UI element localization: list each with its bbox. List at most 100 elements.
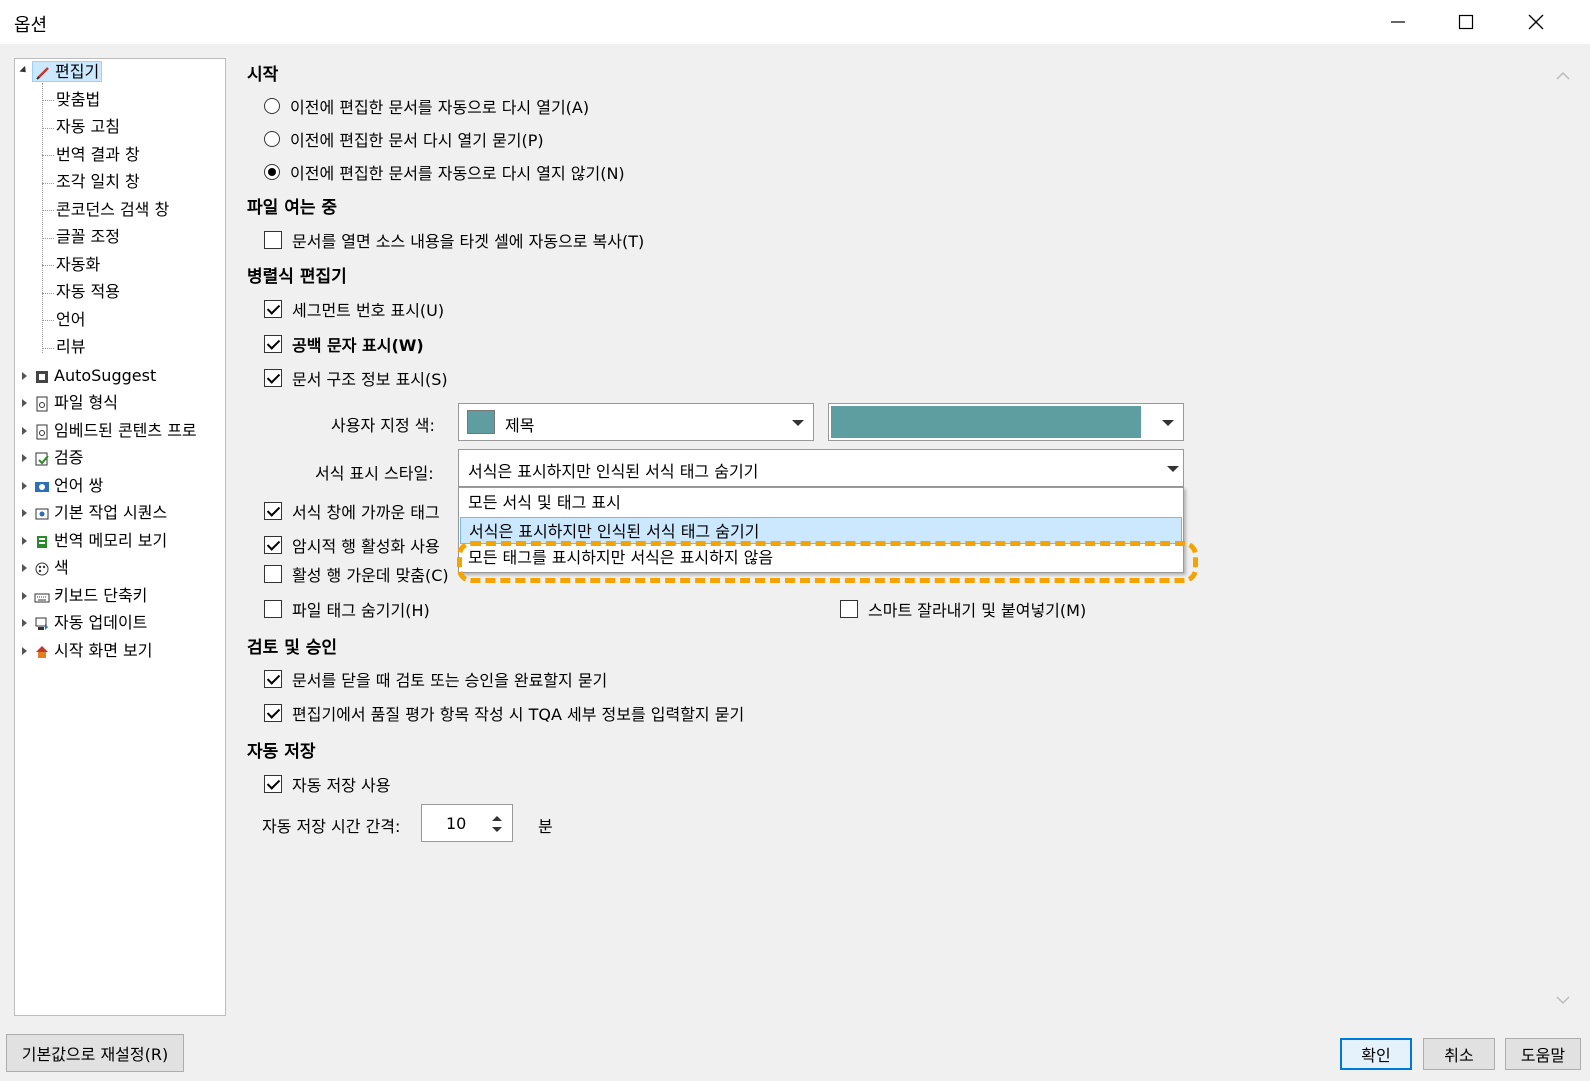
- close-button[interactable]: [1502, 0, 1570, 44]
- radio-auto-reopen[interactable]: 이전에 편집한 문서를 자동으로 다시 열기(A): [264, 94, 589, 118]
- tree-item-review[interactable]: 리뷰: [56, 335, 85, 359]
- expand-arrow-icon[interactable]: [22, 537, 27, 545]
- color-preview: [831, 406, 1141, 438]
- checkbox-segment-numbers[interactable]: 세그먼트 번호 표시(U): [264, 297, 444, 321]
- tree-item-verification[interactable]: 검증: [34, 446, 83, 470]
- expand-arrow-icon[interactable]: [22, 482, 27, 490]
- checkbox[interactable]: [264, 600, 282, 618]
- color-picker[interactable]: [828, 403, 1184, 441]
- tree-item-file-types[interactable]: 파일 형식: [34, 391, 118, 415]
- spinner-arrows-icon[interactable]: [490, 813, 504, 835]
- options-tree[interactable]: 편집기 맞춤법 자동 고침 번역 결과 창 조각 일치 창 콘코던스 검색 창 …: [14, 58, 226, 1016]
- radio-ask-reopen[interactable]: 이전에 편집한 문서 다시 열기 묻기(P): [264, 127, 544, 151]
- expand-arrow-icon[interactable]: [22, 619, 27, 627]
- section-file-open-header: 파일 여는 중: [247, 198, 338, 218]
- help-button[interactable]: 도움말: [1505, 1038, 1581, 1070]
- translation-memory-icon: [37, 535, 47, 548]
- tree-expanded-icon[interactable]: [19, 65, 29, 76]
- custom-color-combo[interactable]: 제목: [458, 403, 814, 441]
- tree-item-language[interactable]: 언어: [56, 308, 85, 332]
- checkbox-center-row[interactable]: 활성 행 가운데 맞춤(C): [264, 562, 449, 586]
- chevron-down-icon[interactable]: [1162, 420, 1174, 426]
- checkbox[interactable]: [840, 600, 858, 618]
- checkbox-checked[interactable]: [264, 335, 282, 353]
- scroll-up-icon[interactable]: [1556, 66, 1570, 85]
- expand-arrow-icon[interactable]: [22, 564, 27, 572]
- radio-button-selected[interactable]: [264, 164, 280, 180]
- checkbox[interactable]: [264, 565, 282, 583]
- tree-item-autosuggest[interactable]: AutoSuggest: [34, 364, 156, 388]
- autosave-interval-value[interactable]: 10: [446, 814, 466, 833]
- checkbox-whitespace[interactable]: 공백 문자 표시(W): [264, 332, 424, 356]
- tree-item-autocorrect[interactable]: 자동 고침: [56, 115, 120, 139]
- expand-arrow-icon[interactable]: [22, 647, 27, 655]
- checkbox-smart-cut-paste[interactable]: 스마트 잘라내기 및 붙여넣기(M): [840, 597, 1086, 621]
- checkbox-near-tags[interactable]: 서식 창에 가까운 태그: [264, 499, 440, 523]
- autosave-interval-spinner[interactable]: 10: [421, 804, 513, 842]
- checkbox-checked[interactable]: [264, 775, 282, 793]
- dropdown-option[interactable]: 모든 서식 및 태그 표시: [461, 490, 1179, 516]
- checkbox-checked[interactable]: [264, 670, 282, 688]
- checkbox-checked[interactable]: [264, 536, 282, 554]
- reset-defaults-button[interactable]: 기본값으로 재설정(R): [6, 1034, 184, 1072]
- tree-item-start-screen[interactable]: 시작 화면 보기: [34, 639, 153, 663]
- tree-item-colors[interactable]: 색: [34, 556, 69, 580]
- tree-item-concordance[interactable]: 콘코던스 검색 창: [56, 198, 169, 222]
- update-icon: [35, 617, 48, 630]
- tree-item-auto-propagation[interactable]: 자동 적용: [56, 280, 120, 304]
- checkbox[interactable]: [264, 231, 282, 249]
- palette-icon: [35, 562, 49, 575]
- minimize-button[interactable]: [1364, 0, 1432, 44]
- tree-item-translation-results[interactable]: 번역 결과 창: [56, 143, 140, 167]
- pencil-icon: [36, 66, 49, 80]
- format-style-value: 서식은 표시하지만 인식된 서식 태그 숨기기: [468, 462, 759, 481]
- format-style-label: 서식 표시 스타일:: [315, 464, 434, 483]
- chevron-down-icon[interactable]: [1167, 466, 1179, 472]
- tree-item-automation[interactable]: 자동화: [56, 253, 100, 277]
- cancel-button[interactable]: 취소: [1423, 1038, 1495, 1070]
- section-side-by-side-header: 병렬식 편집기: [247, 267, 347, 287]
- checkbox-ask-tqa[interactable]: 편집기에서 품질 평가 항목 작성 시 TQA 세부 정보를 입력할지 묻기: [264, 701, 744, 725]
- autosave-unit: 분: [538, 817, 553, 836]
- checkbox-structure-info[interactable]: 문서 구조 정보 표시(S): [264, 366, 448, 390]
- dropdown-option-selected[interactable]: 서식은 표시하지만 인식된 서식 태그 숨기기: [460, 517, 1182, 544]
- checkbox-checked[interactable]: [264, 502, 282, 520]
- radio-no-reopen[interactable]: 이전에 편집한 문서를 자동으로 다시 열지 않기(N): [264, 160, 625, 184]
- keyboard-icon: [34, 593, 50, 602]
- tree-item-keyboard-shortcuts[interactable]: 키보드 단축키: [34, 584, 147, 608]
- checkbox-autosave[interactable]: 자동 저장 사용: [264, 772, 391, 796]
- expand-arrow-icon[interactable]: [22, 427, 27, 435]
- radio-button[interactable]: [264, 131, 280, 147]
- checkbox-implicit-row[interactable]: 암시적 행 활성화 사용: [264, 533, 440, 557]
- checkbox-checked[interactable]: [264, 369, 282, 387]
- maximize-button[interactable]: [1432, 0, 1500, 44]
- format-style-combo[interactable]: 서식은 표시하지만 인식된 서식 태그 숨기기: [458, 449, 1184, 487]
- tree-item-fragment-matches[interactable]: 조각 일치 창: [56, 170, 140, 194]
- expand-arrow-icon[interactable]: [22, 372, 27, 380]
- tree-item-language-pairs[interactable]: 언어 쌍: [34, 474, 103, 498]
- home-icon: [36, 645, 48, 658]
- expand-arrow-icon[interactable]: [22, 509, 27, 517]
- scroll-down-icon[interactable]: [1556, 990, 1570, 1009]
- tree-item-spelling[interactable]: 맞춤법: [56, 88, 100, 112]
- expand-arrow-icon[interactable]: [22, 592, 27, 600]
- checkbox-checked[interactable]: [264, 300, 282, 318]
- expand-arrow-icon[interactable]: [22, 454, 27, 462]
- custom-color-label: 사용자 지정 색:: [331, 416, 435, 435]
- custom-color-value: 제목: [505, 416, 535, 435]
- highlight-annotation: [457, 541, 1198, 583]
- tree-item-font-adaptation[interactable]: 글꼴 조정: [56, 225, 120, 249]
- checkbox-copy-source[interactable]: 문서를 열면 소스 내용을 타겟 셀에 자동으로 복사(T): [264, 228, 644, 252]
- checkbox-ask-on-close[interactable]: 문서를 닫을 때 검토 또는 승인을 완료할지 묻기: [264, 667, 607, 691]
- radio-button[interactable]: [264, 98, 280, 114]
- tree-item-embedded-content[interactable]: 임베드된 콘텐츠 프로: [34, 419, 197, 443]
- ok-button[interactable]: 확인: [1340, 1038, 1412, 1070]
- tree-item-translation-memory-view[interactable]: 번역 메모리 보기: [34, 529, 167, 553]
- tree-item-auto-update[interactable]: 자동 업데이트: [34, 611, 147, 635]
- tree-item-editor[interactable]: 편집기: [32, 60, 103, 84]
- chevron-down-icon[interactable]: [792, 420, 804, 426]
- tree-item-task-sequences[interactable]: 기본 작업 시퀀스: [34, 501, 167, 525]
- checkbox-hide-file-tags[interactable]: 파일 태그 숨기기(H): [264, 597, 430, 621]
- checkbox-checked[interactable]: [264, 704, 282, 722]
- expand-arrow-icon[interactable]: [22, 399, 27, 407]
